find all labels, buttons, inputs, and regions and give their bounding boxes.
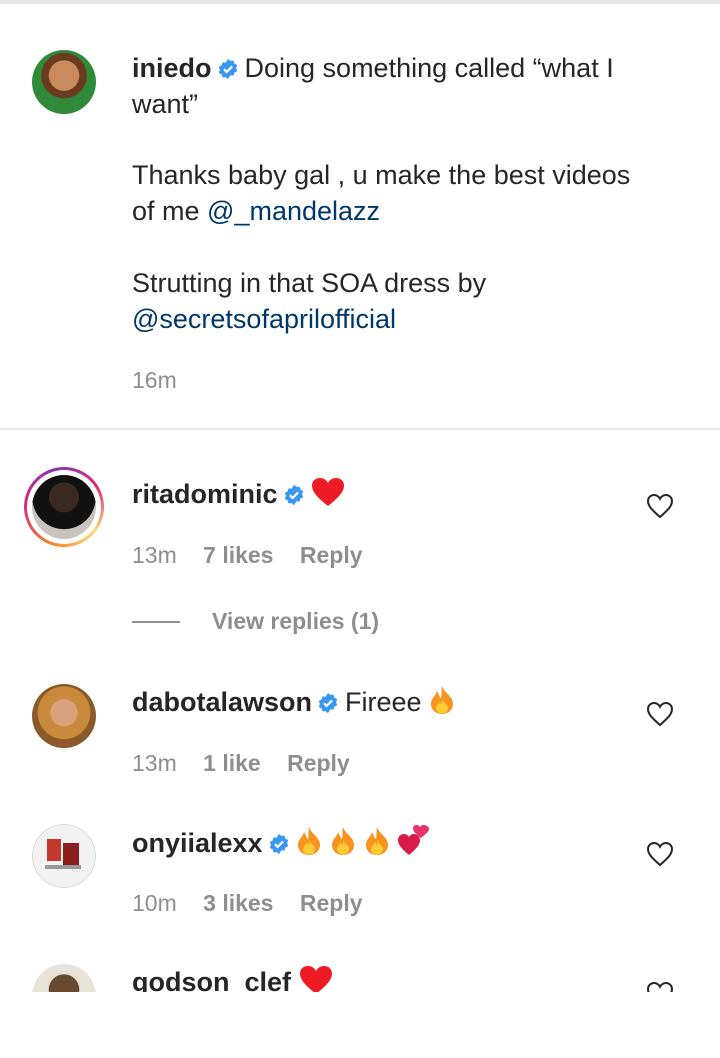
caption-paragraph-2: Thanks baby gal , u make the best videos… — [132, 157, 630, 229]
avatar[interactable] — [32, 824, 96, 888]
like-heart-icon[interactable] — [646, 841, 674, 867]
two-hearts-emoji-icon — [397, 825, 429, 855]
avatar[interactable] — [32, 964, 96, 992]
caption-line4: of me — [132, 196, 208, 226]
verified-badge-icon — [269, 833, 288, 855]
caption-line2: want” — [132, 89, 199, 119]
reply-button[interactable]: Reply — [287, 750, 350, 776]
avatar[interactable] — [32, 50, 96, 114]
caption-line5: Strutting in that SOA dress by — [132, 268, 487, 298]
likes-count[interactable]: 3 likes — [203, 890, 273, 916]
replies-line — [132, 621, 180, 623]
mention-link[interactable]: @_mandelazz — [207, 196, 380, 226]
reply-button[interactable]: Reply — [300, 890, 363, 916]
comment-meta: 13m 1 like Reply — [132, 750, 350, 777]
reply-button[interactable]: Reply — [300, 542, 363, 568]
like-heart-icon[interactable] — [646, 701, 674, 727]
caption-line1: Doing something called “what I — [244, 53, 614, 83]
comment-username[interactable]: ritadominic — [132, 479, 278, 509]
avatar — [32, 475, 96, 539]
avatar[interactable] — [32, 684, 96, 748]
comment-text: godson_clef — [132, 964, 333, 992]
comment-time: 13m — [132, 542, 177, 568]
fire-emoji-icon — [331, 827, 354, 855]
verified-badge-icon — [318, 692, 338, 714]
caption-divider — [0, 428, 720, 430]
like-heart-icon[interactable] — [646, 981, 674, 992]
verified-badge-icon — [218, 58, 237, 80]
comment-meta: 10m 3 likes Reply — [132, 890, 363, 917]
caption-paragraph-3: Strutting in that SOA dress by @secretso… — [132, 265, 486, 337]
caption-text: iniedo Doing something called “what I wan… — [132, 50, 614, 122]
comment-text: onyiialexx — [132, 824, 430, 861]
caption-line3: Thanks baby gal , u make the best videos — [132, 160, 631, 190]
caption-timestamp: 16m — [132, 367, 177, 393]
story-ring[interactable] — [24, 467, 104, 547]
comment-time: 10m — [132, 890, 177, 916]
comments-scroll-area[interactable]: iniedo Doing something called “what I wan… — [0, 0, 720, 992]
comment-text: dabotalawson Fireee — [132, 684, 455, 720]
comment-username[interactable]: onyiialexx — [132, 828, 263, 858]
comment-username[interactable]: godson_clef — [132, 967, 291, 992]
red-heart-emoji-icon — [311, 478, 344, 506]
red-heart-emoji-icon — [299, 966, 332, 992]
view-replies-button[interactable]: View replies (1) — [212, 608, 379, 635]
comment-text: ritadominic — [132, 476, 345, 512]
likes-count[interactable]: 1 like — [203, 750, 261, 776]
comment-body: Fireee — [345, 687, 422, 717]
comment-meta: 13m 7 likes Reply — [132, 542, 363, 569]
verified-badge-icon — [284, 484, 303, 506]
like-heart-icon[interactable] — [646, 493, 674, 519]
likes-count[interactable]: 7 likes — [203, 542, 273, 568]
comment-username[interactable]: dabotalawson — [132, 687, 312, 717]
fire-emoji-icon — [431, 686, 454, 714]
caption-username[interactable]: iniedo — [132, 53, 212, 83]
comment-time: 13m — [132, 750, 177, 776]
mention-link[interactable]: @secretsofaprilofficial — [132, 304, 396, 334]
fire-emoji-icon — [297, 827, 320, 855]
fire-emoji-icon — [365, 827, 388, 855]
